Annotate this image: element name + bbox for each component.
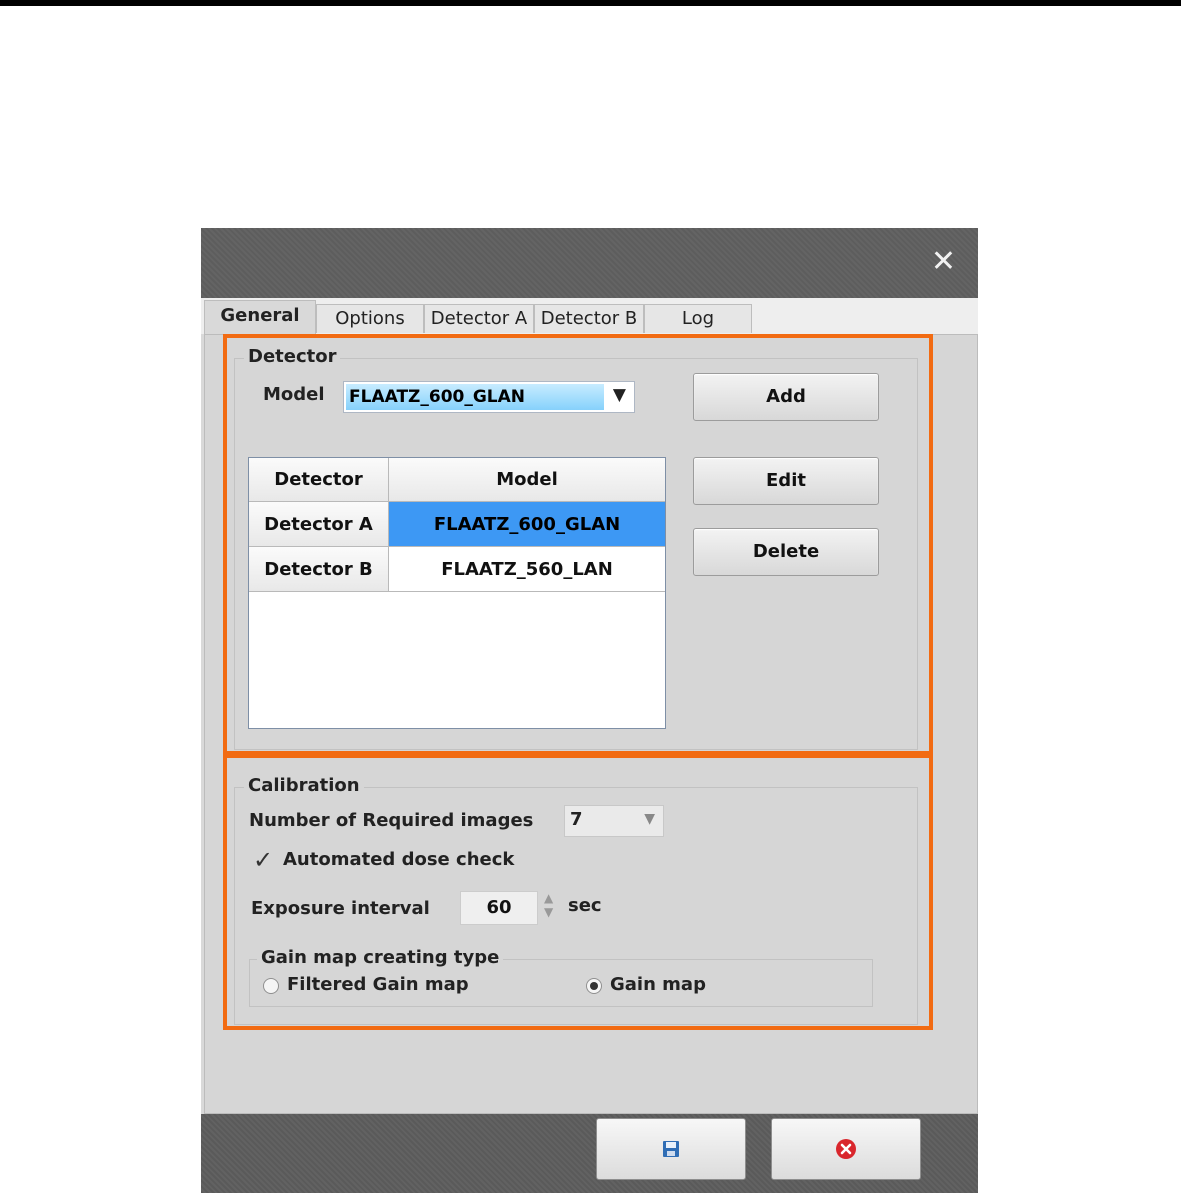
table-row-detector-a-name[interactable]: Detector A <box>249 502 389 547</box>
auto-dose-checkbox[interactable]: ✓ <box>253 846 273 874</box>
save-icon <box>663 1141 679 1157</box>
table-row-detector-b-model[interactable]: FLAATZ_560_LAN <box>389 547 665 592</box>
exposure-interval-input[interactable]: 60 <box>460 891 538 925</box>
chevron-down-icon: ▼ <box>612 385 626 405</box>
dialog-titlebar: ✕ <box>201 228 978 298</box>
num-images-value: 7 <box>570 809 583 830</box>
model-dropdown-value: FLAATZ_600_GLAN <box>346 384 604 410</box>
gain-map-label: Gain map <box>610 974 706 995</box>
chevron-down-icon: ▼ <box>644 811 655 827</box>
tab-detector-b[interactable]: Detector B <box>534 304 644 333</box>
calibration-group-title: Calibration <box>244 775 364 796</box>
tab-bar: General Options Detector A Detector B Lo… <box>201 298 978 335</box>
spinner-arrows-icon[interactable]: ▲ ▼ <box>544 891 553 919</box>
add-button[interactable]: Add <box>693 373 879 421</box>
model-label: Model <box>263 384 325 405</box>
delete-button[interactable]: Delete <box>693 528 879 576</box>
filtered-gain-map-radio[interactable] <box>263 978 279 994</box>
tab-detector-a[interactable]: Detector A <box>424 304 534 333</box>
exposure-interval-label: Exposure interval <box>251 898 430 919</box>
column-header-model[interactable]: Model <box>389 458 665 502</box>
table-row-detector-a-model[interactable]: FLAATZ_600_GLAN <box>389 502 665 547</box>
tab-log[interactable]: Log <box>644 304 752 333</box>
close-icon[interactable]: ✕ <box>931 242 956 282</box>
cancel-button[interactable] <box>771 1118 921 1180</box>
save-button[interactable] <box>596 1118 746 1180</box>
model-dropdown[interactable]: FLAATZ_600_GLAN ▼ <box>343 381 635 413</box>
dialog-footer <box>201 1114 978 1193</box>
tab-general[interactable]: General <box>204 300 316 335</box>
exposure-unit-label: sec <box>568 895 602 916</box>
detector-group-title: Detector <box>244 346 341 367</box>
gain-map-group-title: Gain map creating type <box>257 947 504 968</box>
edit-button[interactable]: Edit <box>693 457 879 505</box>
num-images-label: Number of Required images <box>249 810 534 831</box>
filtered-gain-map-label: Filtered Gain map <box>287 974 469 995</box>
tab-options[interactable]: Options <box>316 304 424 333</box>
auto-dose-label: Automated dose check <box>283 849 515 870</box>
detector-table: Detector Model Detector A FLAATZ_600_GLA… <box>248 457 666 729</box>
gain-map-radio[interactable] <box>586 978 602 994</box>
num-images-dropdown[interactable]: 7 ▼ <box>564 805 664 837</box>
table-row-detector-b-name[interactable]: Detector B <box>249 547 389 592</box>
column-header-detector[interactable]: Detector <box>249 458 389 502</box>
cancel-icon <box>836 1139 856 1159</box>
page-top-rule <box>0 0 1181 6</box>
